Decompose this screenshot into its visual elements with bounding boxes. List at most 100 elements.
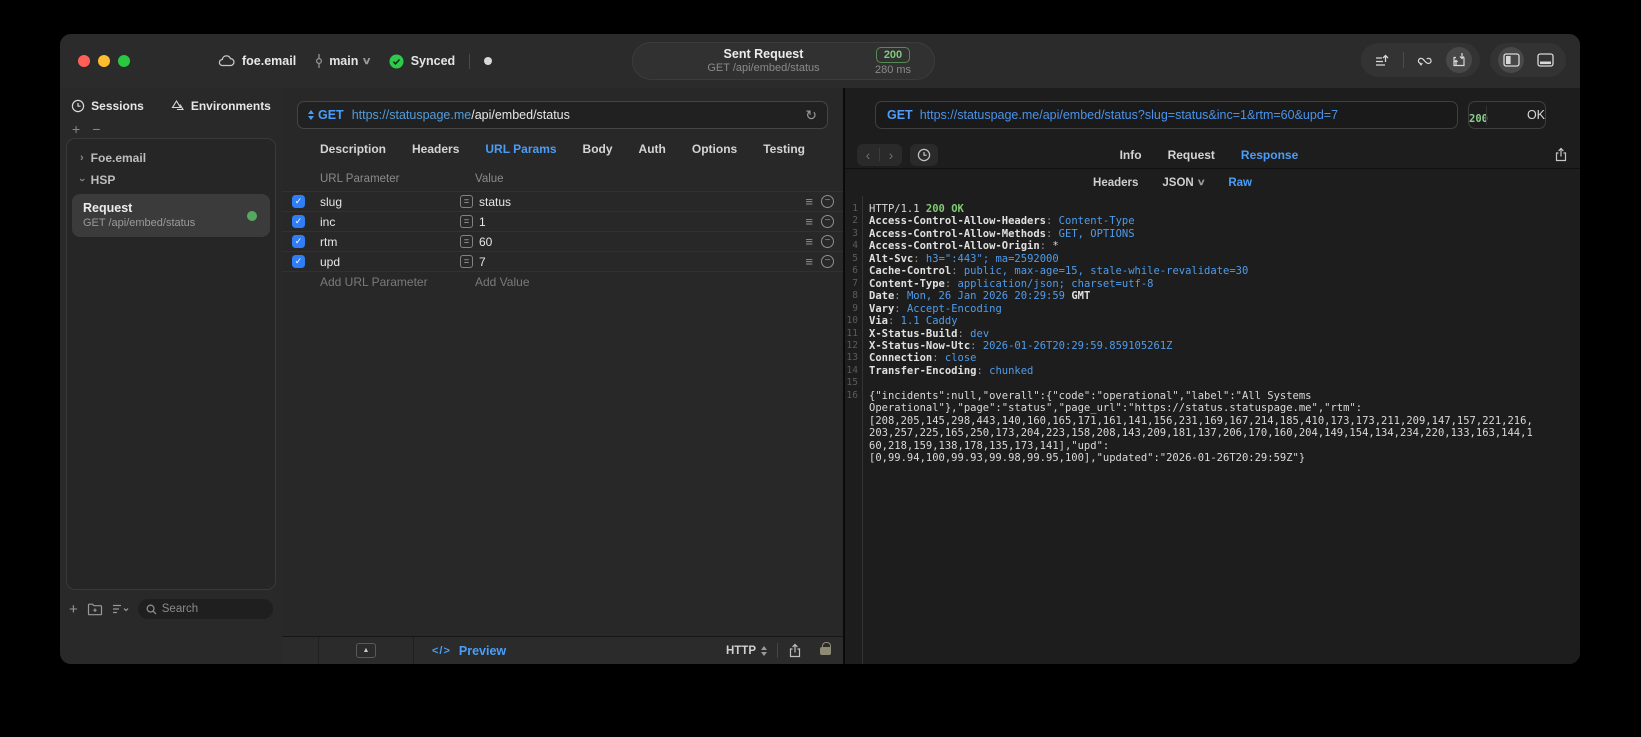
equals-icon: = <box>460 255 473 268</box>
drag-handle-icon[interactable]: ≡ <box>805 214 813 229</box>
traffic-lights <box>78 55 130 67</box>
tab-info[interactable]: Info <box>1120 148 1142 162</box>
response-line: [208,205,145,298,443,140,160,165,171,161… <box>869 414 1533 427</box>
protocol-selector[interactable]: HTTP <box>726 645 767 657</box>
sent-url: https://statuspage.me/api/embed/status?s… <box>919 108 1339 122</box>
branch-selector[interactable]: main ∨ <box>314 53 373 69</box>
drag-handle-icon[interactable]: ≡ <box>805 234 813 249</box>
response-line: Operational"},"page":"status","page_url"… <box>869 402 1363 415</box>
sort-filter-icon[interactable] <box>112 603 129 616</box>
drag-handle-icon[interactable]: ≡ <box>805 194 813 209</box>
response-line: 203,257,225,165,250,173,204,223,158,208,… <box>869 427 1533 440</box>
project-name: foe.email <box>242 54 297 68</box>
remove-session-button[interactable]: − <box>92 121 100 137</box>
param-value-field[interactable]: 1 <box>479 215 805 229</box>
sync-status[interactable]: Synced <box>389 54 455 69</box>
add-value-field[interactable]: Add Value <box>475 275 530 289</box>
response-body: 1 HTTP/1.1 200 OK 2 Access-Control-Allow-He… <box>845 196 1580 664</box>
reload-icon[interactable]: ↻ <box>805 107 817 124</box>
chevron-down-icon: ∨ <box>361 55 373 67</box>
remove-param-icon[interactable]: − <box>821 215 834 228</box>
updown-arrows-icon <box>308 110 314 120</box>
tab-request[interactable]: Request <box>1168 148 1215 162</box>
request-editor-footer: ▲ </> Preview HTTP <box>282 636 843 664</box>
branch-name: main <box>329 54 359 68</box>
tab-testing[interactable]: Testing <box>763 142 805 156</box>
tab-description[interactable]: Description <box>320 142 386 156</box>
tab-url-params[interactable]: URL Params <box>485 142 556 156</box>
minimize-window-button[interactable] <box>98 55 110 67</box>
new-group-icon[interactable] <box>87 603 103 616</box>
titlebar-actions <box>1361 43 1566 77</box>
response-line: 5 Alt-Svc: h3=":443"; ma=2592000 <box>852 252 1059 265</box>
param-checkbox[interactable]: ✓ <box>292 235 305 248</box>
expand-panel-button[interactable]: ▲ <box>356 643 376 658</box>
tab-response[interactable]: Response <box>1241 148 1298 162</box>
response-line: [0,99.94,100,99.93,99.98,99.95,100],"upd… <box>869 452 1306 465</box>
share-icon[interactable] <box>788 643 802 658</box>
response-line: 3 Access-Control-Allow-Methods: GET, OPTI… <box>852 227 1135 240</box>
response-line: 60,218,159,138,178,135,173,141],"upd": <box>869 439 1110 452</box>
view-mode-headers[interactable]: Headers <box>1093 177 1138 189</box>
preview-button[interactable]: </> Preview <box>432 644 506 658</box>
export-response-icon[interactable] <box>1554 147 1568 162</box>
remove-param-icon[interactable]: − <box>821 195 834 208</box>
next-response-button[interactable]: › <box>880 144 902 166</box>
request-url-bar[interactable]: GET https://statuspage.me/api/embed/stat… <box>297 101 828 129</box>
toggle-bottom-panel-icon[interactable] <box>1532 47 1558 73</box>
titlebar-separator <box>469 53 471 69</box>
previous-response-button[interactable]: ‹ <box>857 144 879 166</box>
dynamic-values-icon[interactable] <box>1412 47 1438 73</box>
response-line: 6 Cache-Control: public, max-age=15, stal… <box>852 265 1249 278</box>
column-value: Value <box>475 173 504 185</box>
tree-item-hsp[interactable]: › HSP <box>67 169 275 191</box>
sent-request-summary[interactable]: Sent Request GET /api/embed/status 200 2… <box>632 42 935 80</box>
param-checkbox[interactable]: ✓ <box>292 215 305 228</box>
param-checkbox[interactable]: ✓ <box>292 255 305 268</box>
tab-options[interactable]: Options <box>692 142 737 156</box>
close-window-button[interactable] <box>78 55 90 67</box>
response-line: 4 Access-Control-Allow-Origin: * <box>852 240 1059 253</box>
param-name-field[interactable]: rtm <box>320 235 460 249</box>
tab-body[interactable]: Body <box>583 142 613 156</box>
response-line: 13 Connection: close <box>846 352 977 365</box>
response-line: 1 HTTP/1.1 200 OK <box>852 203 964 215</box>
response-line: 2 Access-Control-Allow-Headers: Content-T… <box>852 215 1135 228</box>
param-value-field[interactable]: 60 <box>479 235 805 249</box>
new-request-button[interactable]: + <box>69 601 78 618</box>
history-clock-icon[interactable] <box>910 143 938 166</box>
tab-sessions[interactable]: Sessions <box>71 99 144 113</box>
method-selector[interactable]: GET <box>308 108 344 122</box>
send-request-icon[interactable] <box>1369 47 1395 73</box>
view-mode-raw[interactable]: Raw <box>1228 177 1252 189</box>
param-checkbox[interactable]: ✓ <box>292 195 305 208</box>
main-area: Sessions Environments + − › Foe.email › … <box>60 88 1580 664</box>
add-url-parameter-field[interactable]: Add URL Parameter <box>320 275 475 289</box>
param-value-field[interactable]: status <box>479 195 805 209</box>
import-export-icon[interactable] <box>1446 47 1472 73</box>
response-view-modes: Headers JSON ∨ Raw <box>805 169 1540 196</box>
zoom-window-button[interactable] <box>118 55 130 67</box>
response-line: 15 <box>846 377 858 389</box>
tab-headers[interactable]: Headers <box>412 142 459 156</box>
remove-param-icon[interactable]: − <box>821 235 834 248</box>
project-menu[interactable]: foe.email <box>218 54 296 68</box>
search-input[interactable]: Search <box>137 599 273 619</box>
param-name-field[interactable]: inc <box>320 215 460 229</box>
param-row: ✓ rtm = 60 ≡ − <box>282 231 843 251</box>
view-mode-json[interactable]: JSON ∨ <box>1162 177 1205 189</box>
add-param-row[interactable]: Add URL Parameter Add Value <box>282 271 843 291</box>
drag-handle-icon[interactable]: ≡ <box>805 254 813 269</box>
tab-auth[interactable]: Auth <box>639 142 666 156</box>
tree-item-foe-email[interactable]: › Foe.email <box>67 147 275 169</box>
request-list-item-selected[interactable]: Request GET /api/embed/status <box>72 194 270 237</box>
param-name-field[interactable]: slug <box>320 195 460 209</box>
tab-environments[interactable]: Environments <box>170 99 271 113</box>
param-value-field[interactable]: 7 <box>479 255 805 269</box>
response-line: 7 Content-Type: application/json; charset… <box>852 277 1154 290</box>
toggle-left-sidebar-icon[interactable] <box>1498 47 1524 73</box>
sent-request-url[interactable]: GET https://statuspage.me/api/embed/stat… <box>875 101 1458 129</box>
remove-param-icon[interactable]: − <box>821 255 834 268</box>
add-session-button[interactable]: + <box>72 121 80 137</box>
param-name-field[interactable]: upd <box>320 255 460 269</box>
